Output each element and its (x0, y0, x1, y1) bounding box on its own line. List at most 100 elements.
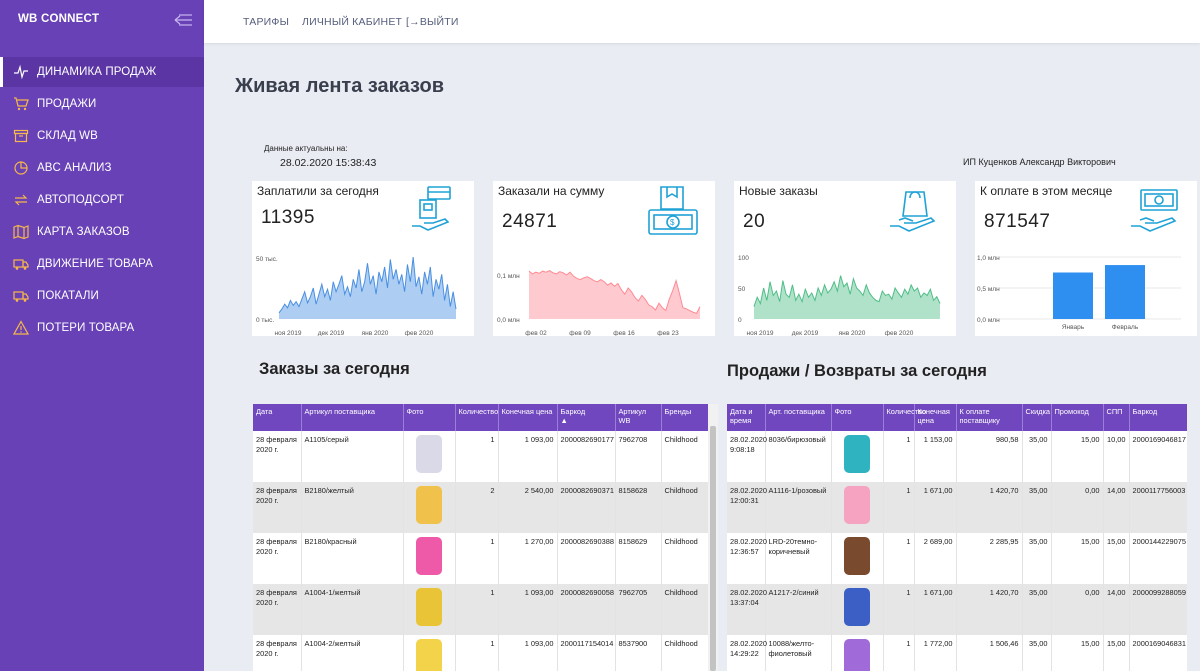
table-cell: 15,00 (1103, 533, 1130, 584)
product-photo-cell[interactable] (831, 635, 884, 671)
table-row[interactable]: 28 февраля 2020 г. B2180/желтый 2 2 540,00 2… (253, 482, 708, 533)
table-row[interactable]: 28.02.2020 13:37:04 A1217-2/синий 1 1 671,0… (727, 584, 1187, 635)
product-photo-cell[interactable] (403, 584, 456, 635)
table-cell: 28 февраля 2020 г. (253, 584, 302, 635)
logout-link[interactable]: [→ВЫЙТИ (406, 16, 459, 28)
table-cell: 1 (455, 635, 499, 671)
menu-collapse-icon[interactable] (171, 12, 193, 28)
table-cell: Childhood (661, 482, 708, 533)
table-cell: 2000117154014 (557, 635, 616, 671)
x-tick-label: дек 2019 (792, 330, 819, 336)
col-header-barcode[interactable]: Баркод (1129, 404, 1187, 431)
product-photo (844, 486, 870, 524)
sidebar-item-label: СКЛАД WB (37, 130, 98, 142)
y-tick-label: 0,0 млн (497, 317, 520, 324)
archive-icon (13, 128, 29, 144)
table-cell: Childhood (661, 635, 708, 671)
col-header-price[interactable]: Конечная цена (498, 404, 558, 431)
sidebar-item-warehouse[interactable]: СКЛАД WB (0, 121, 204, 151)
col-header-price[interactable]: Конечная цена (914, 404, 957, 431)
table-row[interactable]: 28 февраля 2020 г. B2180/красный 1 1 270,00… (253, 533, 708, 584)
table-row[interactable]: 28 февраля 2020 г. A1004-1/желтый 1 1 093,0… (253, 584, 708, 635)
col-header-article[interactable]: Арт. поставщика (765, 404, 832, 431)
series-area (529, 270, 700, 319)
table-cell: 0,00 (1051, 482, 1104, 533)
scrollbar-thumb[interactable] (710, 426, 716, 671)
card-value: 11395 (261, 207, 315, 228)
x-tick-label: фев 02 (525, 330, 547, 336)
sidebar-item-abc-analysis[interactable]: ABC АНАЛИЗ (0, 153, 204, 183)
sidebar-item-sales[interactable]: ПРОДАЖИ (0, 89, 204, 119)
table-row[interactable]: 28.02.2020 9:08:18 8036/бирюзовый 1 1 153,0… (727, 431, 1187, 482)
table-cell: 28 февраля 2020 г. (253, 533, 302, 584)
product-photo-cell[interactable] (831, 584, 884, 635)
col-header-brand[interactable]: Бренды (661, 404, 708, 431)
col-header-photo[interactable]: Фото (831, 404, 884, 431)
product-photo-cell[interactable] (831, 431, 884, 482)
x-tick-label: Февраль (1112, 324, 1139, 331)
table-cell: 1 093,00 (498, 635, 558, 671)
sidebar-item-goods-movement[interactable]: ДВИЖЕНИЕ ТОВАРА (0, 249, 204, 279)
col-header-label: Баркод (560, 407, 586, 416)
orders-table-scrollbar[interactable] (708, 404, 718, 671)
sidebar-item-goods-losses[interactable]: ПОТЕРИ ТОВАРА (0, 313, 204, 343)
table-cell: 15,00 (1051, 533, 1104, 584)
table-row[interactable]: 28 февраля 2020 г. A1004-2/желтый 1 1 093,0… (253, 635, 708, 671)
table-cell: 35,00 (1022, 584, 1052, 635)
table-cell: 35,00 (1022, 431, 1052, 482)
product-photo-cell[interactable] (403, 635, 456, 671)
table-row[interactable]: 28.02.2020 12:36:57 LRD-20темно-коричневы… (727, 533, 1187, 584)
col-header-quantity[interactable]: Количество (883, 404, 926, 431)
col-header-spp[interactable]: СПП (1103, 404, 1130, 431)
sidebar-item-label: ПОКАТАЛИ (37, 290, 99, 302)
col-header-promo[interactable]: Промокод (1051, 404, 1104, 431)
table-cell: 1 671,00 (914, 584, 957, 635)
sidebar-item-sales-dynamics[interactable]: ДИНАМИКА ПРОДАЖ (0, 57, 204, 87)
tariffs-link[interactable]: ТАРИФЫ (243, 16, 289, 28)
sidebar-item-pokatali[interactable]: ПОКАТАЛИ (0, 281, 204, 311)
x-tick-label: Январь (1062, 324, 1085, 331)
personal-cabinet-link[interactable]: ЛИЧНЫЙ КАБИНЕТ (302, 16, 402, 28)
table-cell: A1217-2/синий (765, 584, 832, 635)
sidebar-item-autoassort[interactable]: АВТОПОДСОРТ (0, 185, 204, 215)
col-header-photo[interactable]: Фото (403, 404, 456, 431)
x-tick-label: фев 23 (657, 330, 679, 336)
col-header-article[interactable]: Артикул поставщика (301, 404, 404, 431)
col-header-wb-article[interactable]: Артикул WB (615, 404, 662, 431)
table-cell: 2 285,95 (956, 533, 1023, 584)
table-cell: A1004-1/желтый (301, 584, 404, 635)
product-photo-cell[interactable] (831, 533, 884, 584)
card-value: 871547 (984, 211, 1051, 232)
col-header-barcode[interactable]: Баркод ▲ (557, 404, 616, 431)
sales-table: Дата и время Арт. поставщика Фото Количе… (727, 404, 1187, 671)
orders-today-title: Заказы за сегодня (259, 360, 410, 378)
product-photo (416, 486, 442, 524)
product-photo-cell[interactable] (831, 482, 884, 533)
col-header-datetime[interactable]: Дата и время (727, 404, 766, 431)
x-tick-label: янв 2020 (362, 330, 389, 336)
page-title: Живая лента заказов (235, 75, 445, 97)
table-row[interactable]: 28 февраля 2020 г. A1105/серый 1 1 093,00 20… (253, 431, 708, 482)
table-cell: 28.02.2020 12:36:57 (727, 533, 767, 584)
product-photo-cell[interactable] (403, 482, 456, 533)
col-header-date[interactable]: Дата (253, 404, 302, 431)
col-header-discount[interactable]: Скидка (1022, 404, 1052, 431)
new-orders-chart: 100 50 0 ноя 2019 дек 2019 янв 2020 фев 2020 (738, 255, 941, 336)
pie-chart-icon (13, 160, 29, 176)
x-tick-label: янв 2020 (839, 330, 866, 336)
logout-icon: [→ (406, 16, 420, 28)
sidebar-item-label: ПРОДАЖИ (37, 98, 97, 110)
table-row[interactable]: 28.02.2020 14:29:22 10088/желто-фиолетовы… (727, 635, 1187, 671)
table-cell: 0,00 (1051, 584, 1104, 635)
table-cell: B2180/красный (301, 533, 404, 584)
ordered-sum-card: Заказали на сумму 24871 $ 0,1 млн 0,0 млн… (493, 181, 715, 336)
col-header-payout[interactable]: К оплате поставщику (956, 404, 1023, 431)
product-photo-cell[interactable] (403, 431, 456, 482)
sidebar-item-orders-map[interactable]: КАРТА ЗАКАЗОВ (0, 217, 204, 247)
table-cell: 1 (455, 431, 499, 482)
y-tick-label: 0,1 млн (497, 273, 520, 280)
product-photo-cell[interactable] (403, 533, 456, 584)
col-header-quantity[interactable]: Количество (455, 404, 499, 431)
repeat-icon (13, 192, 29, 208)
table-row[interactable]: 28.02.2020 12:00:31 A1116-1/розовый 1 1 671… (727, 482, 1187, 533)
